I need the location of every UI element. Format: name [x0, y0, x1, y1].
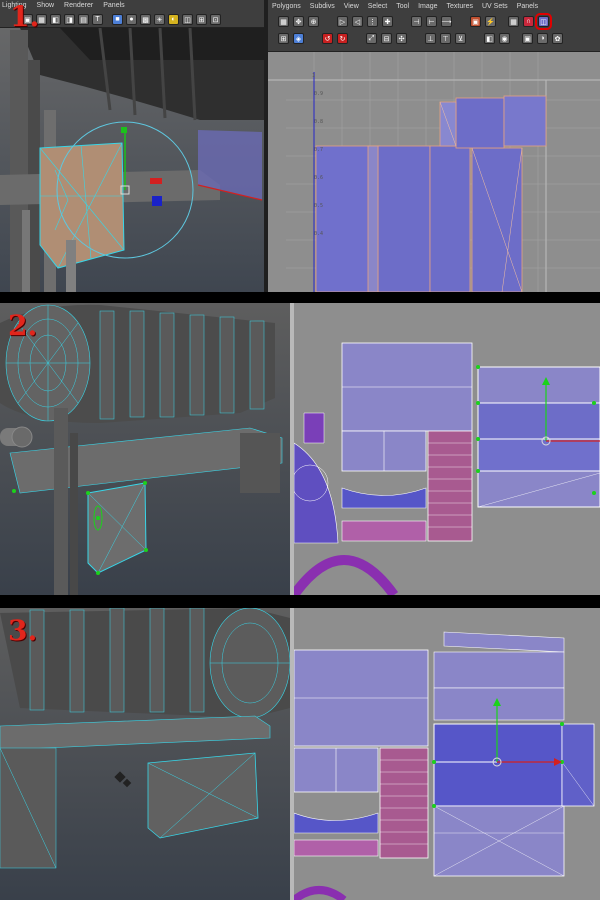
magnet-icon[interactable]: ∩: [523, 16, 534, 27]
uv-menu-uvsets[interactable]: UV Sets: [482, 3, 508, 10]
uv-editor-toolbar: Polygons Subdivs View Select Tool Image …: [268, 0, 600, 52]
ruler-tick: 0.6: [314, 175, 324, 181]
frame-icon[interactable]: ⊡: [210, 14, 221, 25]
sew-icon[interactable]: ⟶: [441, 16, 452, 27]
ruler-tick: 0.8: [314, 119, 324, 125]
menu-panels[interactable]: Panels: [103, 2, 124, 9]
alpha-icon[interactable]: ◑: [537, 33, 548, 44]
texture-checker-icon[interactable]: ▩: [140, 14, 151, 25]
step-1-panel: Lighting Show Renderer Panels ▣ ▦ ◧ ◨ ▤ …: [0, 0, 600, 292]
uv-menu-polygons[interactable]: Polygons: [272, 3, 301, 10]
uv-editor-step-1[interactable]: 1 0.9 0.8 0.7 0.6 0.5 0.4: [268, 52, 600, 292]
step-number-1: 1.: [10, 0, 40, 33]
uv-menu-image[interactable]: Image: [418, 3, 437, 10]
viewport-3d-step-3[interactable]: [0, 608, 290, 900]
ruler-tick: 0.5: [314, 203, 324, 209]
light-icon[interactable]: ☀: [154, 14, 165, 25]
step-number-3: 3.: [8, 614, 38, 647]
align-icon[interactable]: ⋮: [367, 16, 378, 27]
layout-icon[interactable]: ⊟: [381, 33, 392, 44]
xray-icon[interactable]: ◫: [182, 14, 193, 25]
flip-v-icon[interactable]: ◁: [352, 16, 363, 27]
color-channel-icon[interactable]: ▣: [522, 33, 533, 44]
image-icon[interactable]: ▣: [470, 16, 481, 27]
text-icon[interactable]: T: [92, 14, 103, 25]
ruler-tick: 0.7: [314, 147, 324, 153]
relax-icon[interactable]: ✣: [396, 33, 407, 44]
uv-view-icon[interactable]: ⊞: [278, 33, 289, 44]
align-top-icon[interactable]: ⊤: [440, 33, 451, 44]
rotate-ccw-icon[interactable]: ↺: [322, 33, 333, 44]
uv-editor-step-2[interactable]: [294, 303, 600, 595]
uv-smudge-icon[interactable]: ◈: [293, 33, 304, 44]
cut-uv-icon[interactable]: ✚: [382, 16, 393, 27]
uv-move-icon[interactable]: ✥: [293, 16, 304, 27]
shaded-uv-display-icon[interactable]: ◫: [535, 13, 552, 30]
ruler-tick: 0.9: [314, 91, 324, 97]
uv-menu-textures[interactable]: Textures: [447, 3, 473, 10]
checker-icon[interactable]: ⚡: [485, 16, 496, 27]
uv-editor-step-3[interactable]: [294, 608, 600, 900]
ruler-tick: 1: [312, 73, 316, 79]
unfold-icon[interactable]: ⤢: [366, 33, 377, 44]
uv-lattice-icon[interactable]: ⊕: [308, 16, 319, 27]
channel-icon[interactable]: ◧: [484, 33, 495, 44]
uv-menu-select[interactable]: Select: [368, 3, 387, 10]
uv-menu-panels[interactable]: Panels: [517, 3, 538, 10]
viewport-3d-step-1[interactable]: [0, 0, 264, 292]
cube-icon[interactable]: ■: [112, 14, 123, 25]
rotate-cw-icon[interactable]: ↻: [337, 33, 348, 44]
shadow-icon[interactable]: ◐: [168, 14, 179, 25]
viewport-toolbar: Lighting Show Renderer Panels ▣ ▦ ◧ ◨ ▤ …: [0, 0, 264, 28]
bookmark-icon[interactable]: ◧: [50, 14, 61, 25]
uv-ruler: 1 0.9 0.8 0.7 0.6 0.5 0.4: [312, 72, 324, 248]
smooth-shade-icon[interactable]: ●: [126, 14, 137, 25]
align-bottom-icon[interactable]: ⊥: [425, 33, 436, 44]
viewport-3d-step-2[interactable]: [0, 303, 290, 595]
grid-toggle-icon[interactable]: ▦: [508, 16, 519, 27]
move-sew-icon[interactable]: ⊻: [455, 33, 466, 44]
menu-renderer[interactable]: Renderer: [64, 2, 93, 9]
uv-grid-icon[interactable]: ▦: [278, 16, 289, 27]
uv-menu-view[interactable]: View: [344, 3, 359, 10]
isolate-icon[interactable]: ⊞: [196, 14, 207, 25]
step-number-2: 2.: [8, 309, 38, 342]
step-3-panel: 3.: [0, 608, 600, 900]
align-right-icon[interactable]: ⊢: [426, 16, 437, 27]
align-left-icon[interactable]: ⊣: [411, 16, 422, 27]
uv-display-icon[interactable]: ✿: [552, 33, 563, 44]
step-2-panel: 2.: [0, 303, 600, 595]
uv-menu-subdivs[interactable]: Subdivs: [310, 3, 335, 10]
uv-menu-tool[interactable]: Tool: [396, 3, 409, 10]
flip-u-icon[interactable]: ▷: [337, 16, 348, 27]
wireframe-icon[interactable]: ▤: [78, 14, 89, 25]
image-plane-icon[interactable]: ◨: [64, 14, 75, 25]
ruler-tick: 0.4: [314, 231, 324, 237]
filter-icon[interactable]: ◉: [499, 33, 510, 44]
